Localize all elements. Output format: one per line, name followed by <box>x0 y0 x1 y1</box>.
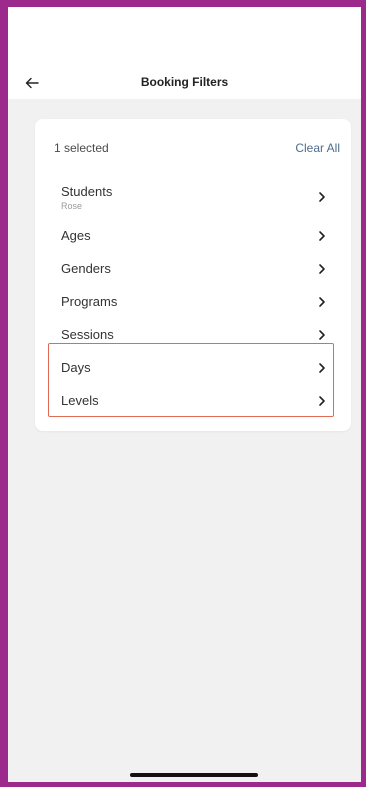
filter-row-ages[interactable]: Ages <box>53 228 335 248</box>
selected-count: 1 selected <box>54 141 109 155</box>
filter-row-genders[interactable]: Genders <box>53 261 335 281</box>
home-indicator <box>130 773 258 777</box>
filters-card: 1 selected Clear All Students Rose Ages … <box>35 119 351 431</box>
filter-label: Days <box>61 360 91 375</box>
chevron-right-icon <box>319 396 325 406</box>
page-title: Booking Filters <box>140 75 229 89</box>
filter-label: Sessions <box>61 327 114 342</box>
filter-row-levels[interactable]: Levels <box>53 393 335 413</box>
chevron-right-icon <box>319 330 325 340</box>
chevron-right-icon <box>319 264 325 274</box>
filter-row-students[interactable]: Students Rose <box>53 184 335 214</box>
chevron-right-icon <box>319 363 325 373</box>
chevron-right-icon <box>319 297 325 307</box>
chevron-right-icon <box>319 192 325 202</box>
filter-label: Programs <box>61 294 118 309</box>
filter-label: Genders <box>61 261 111 276</box>
filter-row-programs[interactable]: Programs <box>53 294 335 314</box>
filter-label: Ages <box>61 228 91 243</box>
filter-sublabel: Rose <box>61 201 83 211</box>
filter-row-sessions[interactable]: Sessions <box>53 327 335 347</box>
app-frame: Booking Filters 1 selected Clear All Stu… <box>0 0 366 787</box>
header: Booking Filters <box>8 7 361 99</box>
filter-row-days[interactable]: Days <box>53 360 335 380</box>
chevron-right-icon <box>319 231 325 241</box>
filter-label: Students <box>61 184 113 199</box>
filter-label: Levels <box>61 393 99 408</box>
clear-all-button[interactable]: Clear All <box>295 141 340 155</box>
